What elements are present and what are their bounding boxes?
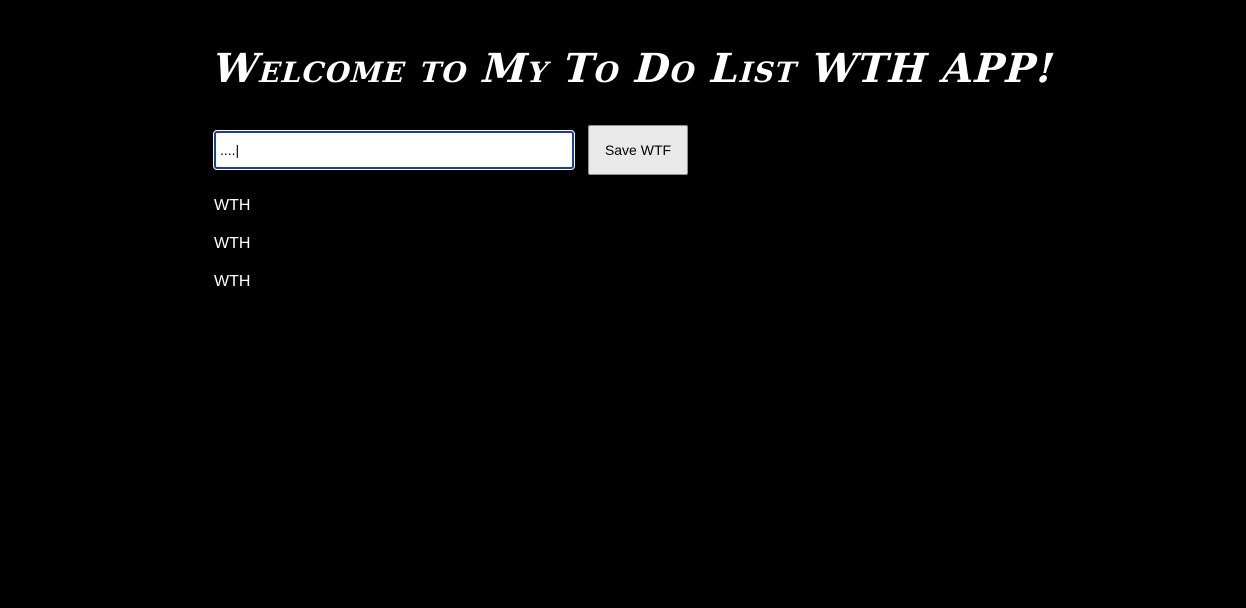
list-item: WTH xyxy=(214,273,251,290)
app-root: Welcome to My To Do List WTH APP! Save W… xyxy=(0,0,1246,608)
list-item: WTH xyxy=(214,197,251,214)
todo-input[interactable] xyxy=(213,130,575,170)
page-title: Welcome to My To Do List WTH APP! xyxy=(212,45,1058,92)
save-button[interactable]: Save WTF xyxy=(588,125,688,175)
todo-list: WTH WTH WTH xyxy=(214,193,250,307)
list-item: WTH xyxy=(214,235,251,252)
